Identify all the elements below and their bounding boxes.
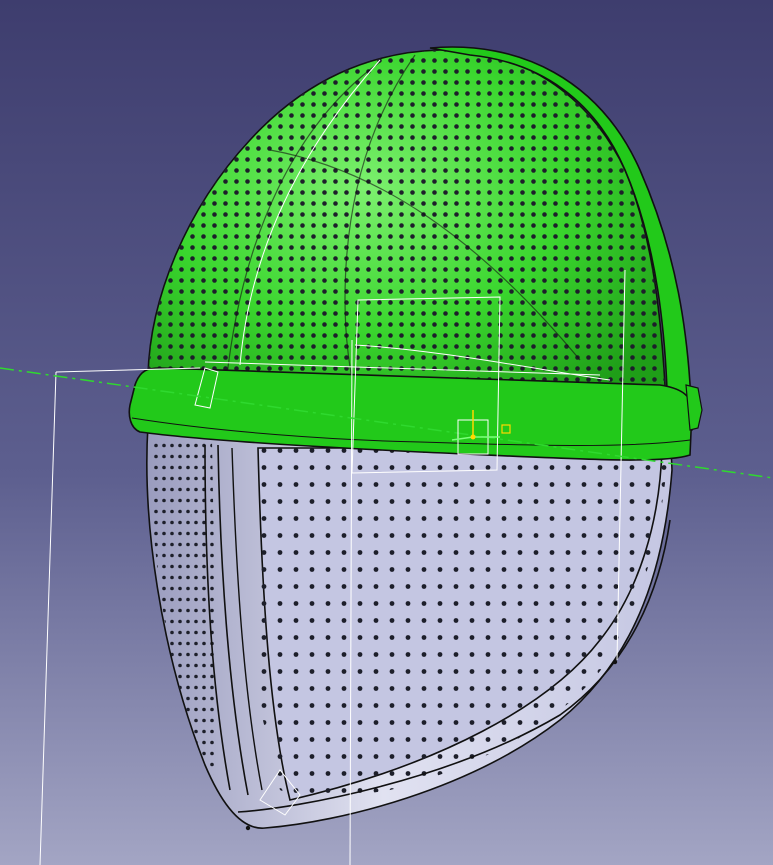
- sketch-point: [612, 659, 618, 665]
- catia-3d-viewport[interactable]: [0, 0, 773, 865]
- helmet-3d-model[interactable]: [0, 0, 773, 865]
- compass-origin: [470, 434, 476, 440]
- sketch-point: [245, 825, 251, 831]
